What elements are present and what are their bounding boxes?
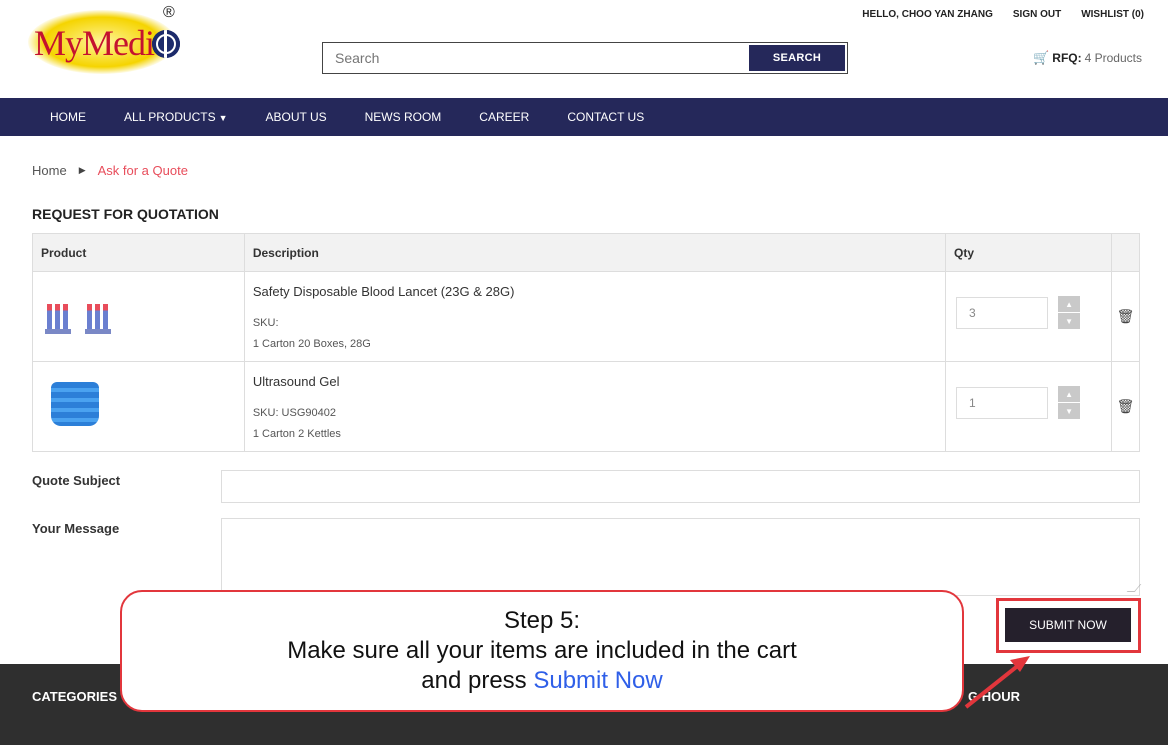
callout-instruction: Make sure all your items are included in… — [287, 637, 797, 664]
gel-product-image[interactable] — [51, 382, 99, 426]
account-links: HELLO, CHOO YAN ZHANG SIGN OUT WISHLIST … — [862, 9, 1144, 20]
lancet-base — [85, 329, 111, 334]
logo-text: MyMedi — [34, 23, 155, 63]
breadcrumb: Home ▶ Ask for a Quote — [32, 163, 188, 178]
description-cell: Ultrasound Gel SKU: USG90402 1 Carton 2 … — [243, 361, 947, 452]
table-row: Ultrasound Gel SKU: USG90402 1 Carton 2 … — [32, 361, 1141, 452]
product-sku: SKU: — [252, 317, 279, 329]
breadcrumb-home[interactable]: Home — [32, 163, 67, 178]
callout-action: and press Submit Now — [421, 666, 662, 696]
search-bar: SEARCH — [322, 42, 848, 74]
lancet-shape — [95, 304, 100, 330]
quantity-input[interactable] — [956, 296, 1049, 329]
qty-cell: ▲ ▼ — [945, 271, 1112, 362]
product-title[interactable]: Ultrasound Gel — [253, 374, 937, 389]
nav-all-products[interactable]: ALL PRODUCTS ▼ — [124, 110, 228, 124]
chevron-right-icon: ▶ — [78, 165, 86, 175]
rfq-cart-link[interactable]: 🛒 RFQ: 4 Products — [1033, 50, 1142, 66]
nav-contact-us[interactable]: CONTACT US — [567, 110, 644, 124]
qty-cell: ▲ ▼ — [945, 361, 1112, 452]
qty-increment-button[interactable]: ▲ — [1058, 296, 1081, 312]
breadcrumb-current: Ask for a Quote — [97, 163, 188, 178]
rfq-label: RFQ: — [1052, 51, 1082, 65]
lancet-shape — [55, 304, 60, 330]
search-input[interactable] — [323, 43, 747, 73]
globe-icon — [152, 30, 180, 58]
lancet-shape — [87, 304, 92, 330]
caret-down-icon: ▼ — [218, 113, 228, 123]
search-button[interactable]: SEARCH — [749, 45, 845, 71]
nav-career[interactable]: CAREER — [479, 110, 529, 124]
callout-action-prefix: and press — [421, 667, 534, 694]
highlight-frame — [996, 598, 1141, 653]
wishlist-link[interactable]: WISHLIST (0) — [1081, 9, 1144, 20]
product-image-cell — [32, 361, 245, 452]
callout-highlight: Submit Now — [533, 667, 663, 694]
lancet-product-image[interactable] — [45, 294, 115, 334]
registered-mark: ® — [163, 4, 175, 21]
nav-news-room[interactable]: NEWS ROOM — [365, 110, 442, 124]
annotation-callout: Step 5: Make sure all your items are inc… — [120, 590, 964, 712]
qty-decrement-button[interactable]: ▼ — [1058, 313, 1081, 329]
cart-icon: 🛒 — [1033, 50, 1050, 65]
quote-subject-label: Quote Subject — [32, 473, 121, 488]
sign-out-link[interactable]: SIGN OUT — [1013, 9, 1061, 20]
footer-categories-heading: CATEGORIES — [32, 689, 117, 704]
qty-decrement-button[interactable]: ▼ — [1058, 403, 1081, 419]
quantity-stepper: ▲ ▼ — [956, 296, 1111, 329]
product-sku: SKU: USG90402 — [252, 407, 336, 419]
quote-table: Product Description Qty Safety Disposabl… — [32, 233, 1141, 452]
qty-spinner: ▲ ▼ — [1058, 296, 1081, 329]
nav-about-us[interactable]: ABOUT US — [266, 110, 327, 124]
product-detail: 1 Carton 20 Boxes, 28G — [252, 338, 371, 350]
table-row: Safety Disposable Blood Lancet (23G & 28… — [32, 271, 1141, 362]
column-header-actions — [1110, 233, 1141, 272]
quantity-input[interactable] — [956, 386, 1049, 419]
quantity-stepper: ▲ ▼ — [956, 386, 1111, 419]
product-title[interactable]: Safety Disposable Blood Lancet (23G & 28… — [253, 284, 937, 299]
qty-increment-button[interactable]: ▲ — [1058, 386, 1081, 402]
delete-cell: 🗑 — [1110, 271, 1141, 362]
quote-subject-input[interactable] — [221, 470, 1140, 503]
table-header-row: Product Description Qty — [32, 233, 1141, 272]
column-header-description: Description — [243, 233, 947, 272]
message-textarea[interactable] — [221, 518, 1140, 596]
trash-icon[interactable]: 🗑 — [1117, 398, 1135, 414]
product-image-cell — [32, 271, 245, 362]
callout-step: Step 5: — [503, 607, 581, 634]
delete-cell: 🗑 — [1110, 361, 1141, 452]
qty-spinner: ▲ ▼ — [1058, 386, 1081, 419]
footer-hours-heading: G HOUR — [968, 689, 1020, 704]
description-cell: Safety Disposable Blood Lancet (23G & 28… — [243, 271, 947, 362]
column-header-product: Product — [32, 233, 245, 272]
user-greeting[interactable]: HELLO, CHOO YAN ZHANG — [862, 9, 993, 20]
rfq-count: 4 Products — [1084, 51, 1142, 65]
trash-icon[interactable]: 🗑 — [1117, 308, 1135, 324]
product-detail: 1 Carton 2 Kettles — [252, 428, 341, 440]
column-header-qty: Qty — [945, 233, 1112, 272]
lancet-base — [45, 329, 71, 334]
message-label: Your Message — [32, 521, 120, 536]
lancet-shape — [103, 304, 108, 330]
lancet-shape — [47, 304, 52, 330]
nav-home[interactable]: HOME — [50, 110, 86, 124]
nav-all-products-label: ALL PRODUCTS — [124, 110, 216, 124]
page-title: REQUEST FOR QUOTATION — [32, 206, 219, 222]
lancet-shape — [63, 304, 68, 330]
main-nav: HOME ALL PRODUCTS ▼ ABOUT US NEWS ROOM CA… — [0, 98, 1168, 136]
